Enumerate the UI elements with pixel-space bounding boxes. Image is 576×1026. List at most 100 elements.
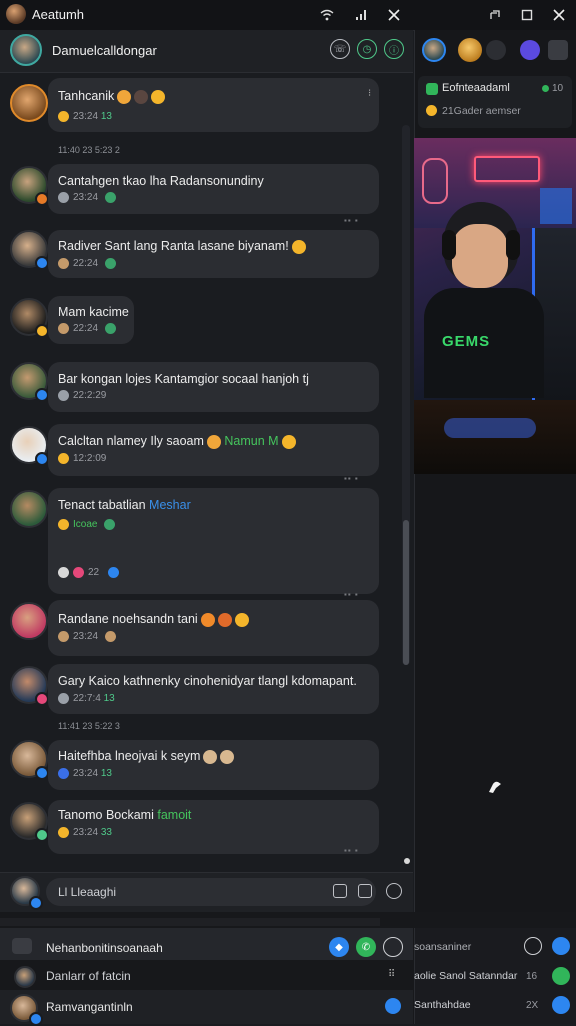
participant-avatar[interactable] (520, 40, 540, 60)
reaction-count: 13 (100, 768, 112, 780)
message-text-value: Calcltan nlamey Ily saoam (58, 434, 204, 448)
reaction-icon (104, 323, 116, 334)
send-icon[interactable] (385, 998, 401, 1014)
whatsapp-icon[interactable] (552, 967, 570, 985)
list-item[interactable] (48, 740, 379, 790)
reaction-count: 13 (100, 111, 112, 123)
timestamp: 23:24 (73, 631, 99, 643)
reaction-icon (58, 693, 69, 704)
clock-icon[interactable]: ◷ (357, 39, 377, 59)
message-text: Cantahgen tkao lha Radansonundiny (58, 174, 264, 188)
timestamp: 22 (88, 567, 100, 579)
timestamp: 22:2:29 (73, 390, 107, 402)
message-meta: 23:24 (58, 192, 120, 203)
participant-avatar[interactable] (486, 40, 506, 60)
right-row-label: soansaniner (414, 941, 472, 953)
timestamp: 23:24 (73, 768, 99, 780)
message-meta: 23:24 13 (58, 768, 112, 779)
reaction-icon (58, 390, 69, 401)
timestamp: 23:24 (73, 192, 99, 204)
list-item[interactable] (48, 78, 379, 132)
whatsapp-icon[interactable]: ✆ (356, 937, 376, 957)
status-dot (35, 324, 49, 338)
message-sub: Icoae (58, 519, 119, 530)
reaction-icon (58, 323, 69, 334)
attach-icon[interactable] (333, 884, 347, 898)
list-item[interactable] (48, 664, 379, 714)
refresh-icon[interactable] (524, 937, 542, 955)
reaction-icon (58, 258, 69, 269)
participant-avatar[interactable] (422, 38, 446, 62)
timestamp: 23:24 (73, 111, 99, 123)
status-subtitle: 21Gader aemser (442, 105, 521, 117)
emoji-picker-icon[interactable] (386, 883, 402, 899)
chat-avatar[interactable] (10, 34, 42, 66)
avatar[interactable] (10, 84, 48, 122)
message-text: Tanomo Bockami famoit (58, 808, 191, 822)
gear-icon[interactable] (548, 40, 568, 60)
search-icon[interactable] (383, 937, 403, 957)
reaction-icon (58, 768, 69, 779)
list-item[interactable] (48, 164, 379, 214)
status-count: 10 (552, 83, 564, 94)
message-sub-text: Icoae (73, 519, 98, 531)
check-icon (426, 83, 438, 95)
send-icon[interactable] (552, 996, 570, 1014)
info-icon[interactable]: ⓘ (384, 39, 404, 59)
grid-icon[interactable]: ⠿ (388, 969, 395, 980)
restore-icon[interactable] (484, 4, 506, 26)
scrollbar-thumb[interactable] (403, 520, 409, 665)
desk-light (444, 418, 536, 438)
app-avatar (6, 4, 26, 24)
list-item[interactable] (48, 230, 379, 278)
highlight-mention[interactable]: famoit (157, 808, 191, 822)
avatar[interactable] (10, 602, 48, 640)
reaction-icon (58, 827, 69, 838)
highlight-mention[interactable]: Meshar (149, 498, 191, 512)
emoji-icon (200, 612, 215, 627)
read-receipt-icon: ▪▪ ▪ (344, 474, 359, 483)
avatar[interactable] (10, 490, 48, 528)
message-text: Tenact tabatlian Meshar (58, 498, 191, 512)
emoji-icon (234, 612, 249, 627)
more-icon[interactable]: ⁝ (368, 88, 371, 99)
list-item[interactable] (48, 362, 379, 412)
maximize-icon[interactable] (516, 4, 538, 26)
neon-decor (422, 158, 448, 204)
list-item[interactable] (48, 296, 134, 344)
reaction-count: 13 (103, 693, 115, 705)
video-feed[interactable]: GEMS (414, 138, 576, 474)
message-text: Haitefhba lneojvai k seym (58, 749, 235, 764)
date-separator: 11:41 23 5:22 3 (58, 721, 120, 731)
message-text-value: Radiver Sant lang Ranta lasane biyanam! (58, 239, 289, 253)
emoji-icon (117, 89, 132, 104)
close-window-icon[interactable] (548, 4, 570, 26)
right-row-label: aolie Sanol Satanndar (414, 970, 518, 982)
cursor-icon (486, 778, 504, 796)
bottom-row-label: Ramvangantinln (46, 1000, 133, 1014)
reaction-icon (104, 192, 116, 203)
highlight-mention[interactable]: Namun M (224, 434, 278, 448)
message-meta: 22:24 (58, 258, 120, 269)
status-dot (35, 766, 49, 780)
message-meta: 12:2:09 (58, 453, 106, 464)
message-meta: 22 (58, 567, 123, 578)
reaction-count: 33 (100, 827, 112, 839)
read-receipt-icon: ▪▪ ▪ (344, 590, 359, 599)
call-icon[interactable]: ☏ (330, 39, 350, 59)
message-text: Mam kacime (58, 305, 129, 319)
settings-icon[interactable] (552, 937, 570, 955)
list-item[interactable] (48, 424, 379, 476)
avatar[interactable] (14, 966, 36, 988)
date-separator: 11:40 23 5:23 2 (58, 145, 120, 155)
camera-icon[interactable] (12, 938, 32, 954)
status-dot (35, 388, 49, 402)
share-icon[interactable]: ◆ (329, 937, 349, 957)
image-icon[interactable] (358, 884, 372, 898)
close-icon[interactable] (383, 4, 405, 26)
reaction-icon (58, 453, 69, 464)
participant-avatar[interactable] (458, 38, 482, 62)
list-item[interactable] (48, 600, 379, 656)
message-meta: 22:2:29 (58, 390, 106, 401)
status-dot (35, 452, 49, 466)
